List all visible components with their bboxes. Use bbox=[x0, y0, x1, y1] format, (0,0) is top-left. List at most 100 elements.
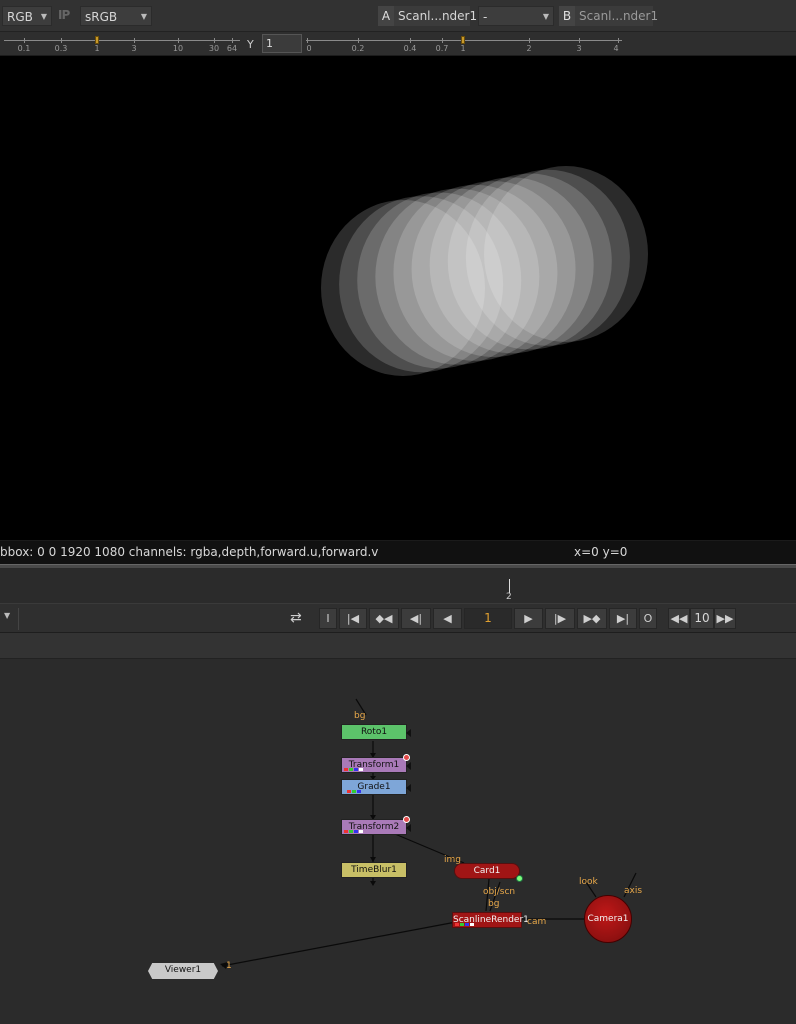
first-frame-icon: |◀ bbox=[346, 612, 360, 625]
first-frame-button[interactable]: |◀ bbox=[339, 608, 367, 629]
gamma-input[interactable]: 1 bbox=[262, 34, 302, 53]
gamma-tick bbox=[579, 38, 580, 43]
animated-badge-icon bbox=[403, 816, 410, 823]
chevron-down-icon[interactable]: ▼ bbox=[4, 611, 10, 620]
operation-value: - bbox=[483, 10, 488, 24]
gamma-tick-label: 4 bbox=[613, 44, 619, 53]
b-input-value: Scanl...nder1 bbox=[579, 9, 659, 23]
set-out-point-button[interactable]: O bbox=[639, 608, 657, 629]
node-timeblur1[interactable]: TimeBlur1 bbox=[341, 862, 407, 878]
rewind-increment-icon: ◀◀ bbox=[670, 612, 688, 625]
next-keyframe-button[interactable]: ▶◆ bbox=[577, 608, 607, 629]
gamma-label: Y bbox=[247, 38, 254, 51]
gamma-tick bbox=[410, 38, 411, 43]
next-frame-icon: |▶ bbox=[553, 612, 567, 625]
node-camera1[interactable]: Camera1 bbox=[584, 895, 632, 943]
current-frame-marker[interactable] bbox=[509, 579, 510, 593]
look-pin-label: look bbox=[579, 877, 598, 887]
input-process-toggle[interactable]: IP bbox=[58, 8, 70, 22]
node-label: Camera1 bbox=[587, 914, 629, 924]
node-transform1[interactable]: Transform1 bbox=[341, 754, 411, 773]
timeline-scrubber[interactable]: 2 bbox=[0, 569, 796, 603]
connection bbox=[221, 921, 457, 967]
chevron-down-icon: ▼ bbox=[140, 12, 147, 21]
axis-pin-label: axis bbox=[624, 886, 643, 896]
prev-keyframe-button[interactable]: ◆◀ bbox=[369, 608, 399, 629]
card-output-dot-icon[interactable] bbox=[516, 875, 523, 882]
gamma-tick bbox=[307, 38, 308, 43]
motion-blur-render bbox=[321, 166, 648, 376]
animated-badge-icon bbox=[403, 754, 410, 761]
gain-tick bbox=[232, 38, 233, 43]
last-frame-button[interactable]: ▶| bbox=[609, 608, 637, 629]
gain-tick bbox=[61, 38, 62, 43]
obj-scn-pin-label: obj/scn bbox=[483, 887, 516, 897]
loop-icon[interactable]: ⇄ bbox=[290, 610, 302, 626]
a-input-label: A bbox=[378, 6, 394, 26]
viewer-input-pin-label: 1 bbox=[226, 961, 232, 971]
play-backward-icon: ◀ bbox=[443, 612, 452, 625]
viewer-canvas[interactable] bbox=[0, 56, 796, 540]
gamma-tick-label: 1 bbox=[460, 44, 466, 53]
mask-input-arrow-icon bbox=[406, 762, 411, 770]
play-forward-icon: ▶ bbox=[524, 612, 533, 625]
channel-indicator bbox=[455, 923, 475, 926]
current-frame-input[interactable]: 1 bbox=[464, 608, 512, 629]
node-graph-tabbar bbox=[0, 633, 796, 659]
forward-increment-icon: ▶▶ bbox=[716, 612, 734, 625]
chevron-down-icon: ▼ bbox=[542, 12, 549, 21]
gamma-tick-label: 0 bbox=[306, 44, 312, 53]
node-card1[interactable]: Card1 bbox=[454, 863, 520, 879]
gain-tick bbox=[178, 38, 179, 43]
channels-value: RGB bbox=[7, 10, 33, 24]
mask-input-arrow-icon bbox=[406, 729, 411, 737]
prev-frame-icon: ◀| bbox=[409, 612, 423, 625]
bbox-info: bbox: 0 0 1920 1080 channels: rgba,depth… bbox=[0, 545, 379, 559]
gamma-tick-label: 0.2 bbox=[351, 44, 365, 53]
b-input-label: B bbox=[559, 6, 575, 26]
playback-controls: ▼ ⇄ I |◀ ◆◀ ◀| ◀ 1 ▶ |▶ ▶◆ ▶| O ◀◀ 10 ▶▶ bbox=[0, 603, 796, 633]
rewind-increment-button[interactable]: ◀◀ bbox=[668, 608, 690, 629]
next-frame-button[interactable]: |▶ bbox=[545, 608, 575, 629]
gamma-tick-label: 0.7 bbox=[435, 44, 449, 53]
prev-frame-button[interactable]: ◀| bbox=[401, 608, 431, 629]
node-label: TimeBlur1 bbox=[351, 865, 397, 875]
gamma-slider[interactable]: 0 0.2 0.4 0.7 1 2 3 4 bbox=[306, 35, 622, 53]
bg-pin-label: bg bbox=[354, 711, 366, 721]
node-grade1[interactable]: Grade1 bbox=[341, 779, 411, 795]
separator bbox=[18, 608, 19, 630]
gamma-slider-handle[interactable] bbox=[461, 36, 465, 44]
channel-indicator bbox=[344, 830, 364, 833]
frame-increment-input[interactable]: 10 bbox=[690, 608, 714, 629]
last-frame-icon: ▶| bbox=[616, 612, 630, 625]
channels-dropdown[interactable]: RGB ▼ bbox=[2, 6, 52, 26]
node-roto1[interactable]: Roto1 bbox=[341, 724, 411, 740]
b-input-dropdown[interactable]: Scanl...nder1 bbox=[575, 6, 658, 26]
gamma-tick bbox=[442, 38, 443, 43]
chevron-down-icon: ▼ bbox=[40, 12, 47, 21]
forward-increment-button[interactable]: ▶▶ bbox=[714, 608, 736, 629]
play-backward-button[interactable]: ◀ bbox=[433, 608, 462, 629]
node-label: Viewer1 bbox=[164, 965, 202, 975]
node-label: Roto1 bbox=[360, 727, 388, 737]
channel-indicator bbox=[344, 790, 364, 793]
node-label: Card1 bbox=[473, 866, 501, 876]
node-graph[interactable]: bg Roto1 Transform1 Grade1 Transform2 Ti… bbox=[0, 659, 796, 1024]
play-forward-button[interactable]: ▶ bbox=[514, 608, 543, 629]
current-frame-marker-label: 2 bbox=[506, 592, 512, 602]
gain-slider[interactable]: 0.1 0.3 1 3 10 30 64 bbox=[4, 35, 240, 53]
channel-indicator bbox=[344, 768, 364, 771]
next-keyframe-icon: ▶◆ bbox=[583, 612, 601, 625]
lut-dropdown[interactable]: sRGB ▼ bbox=[80, 6, 152, 26]
viewer-toolbar: RGB ▼ IP sRGB ▼ A Scanl...nder1 - ▼ B Sc… bbox=[0, 0, 796, 32]
set-in-point-button[interactable]: I bbox=[319, 608, 337, 629]
gamma-tick bbox=[358, 38, 359, 43]
node-scanlinerender1[interactable]: ScanlineRender1 bbox=[452, 912, 529, 928]
node-transform2[interactable]: Transform2 bbox=[341, 816, 411, 835]
prev-keyframe-icon: ◆◀ bbox=[375, 612, 393, 625]
wipe-operation-dropdown[interactable]: - ▼ bbox=[478, 6, 554, 26]
node-viewer1[interactable]: Viewer1 bbox=[148, 963, 218, 979]
gain-slider-handle[interactable] bbox=[95, 36, 99, 44]
a-input-dropdown[interactable]: Scanl...nder1 bbox=[394, 6, 477, 26]
gamma-tick-label: 0.4 bbox=[403, 44, 417, 53]
